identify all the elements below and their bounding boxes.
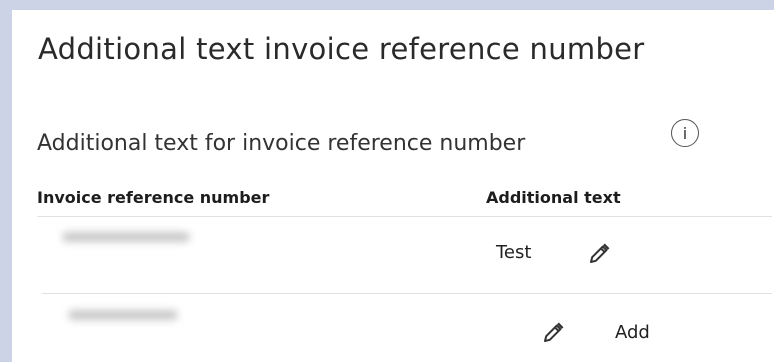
pencil-icon xyxy=(544,322,564,342)
redacted-reference-value xyxy=(62,232,190,242)
add-text-link[interactable]: Add xyxy=(615,322,650,343)
header-divider xyxy=(37,216,772,217)
column-header-invoice-reference: Invoice reference number xyxy=(37,188,270,207)
edit-button[interactable] xyxy=(540,320,566,346)
row-divider xyxy=(42,293,772,294)
pencil-icon xyxy=(590,243,610,263)
redacted-reference-value xyxy=(68,310,178,320)
invoice-reference-panel: Additional text invoice reference number… xyxy=(12,10,774,362)
column-header-additional-text: Additional text xyxy=(486,188,621,207)
additional-text-value: Test xyxy=(496,242,532,263)
info-icon[interactable]: i xyxy=(671,119,699,147)
section-subtitle: Additional text for invoice reference nu… xyxy=(37,131,526,156)
info-icon-glyph: i xyxy=(682,123,688,143)
edit-button[interactable] xyxy=(586,241,612,267)
page-title: Additional text invoice reference number xyxy=(38,32,645,66)
